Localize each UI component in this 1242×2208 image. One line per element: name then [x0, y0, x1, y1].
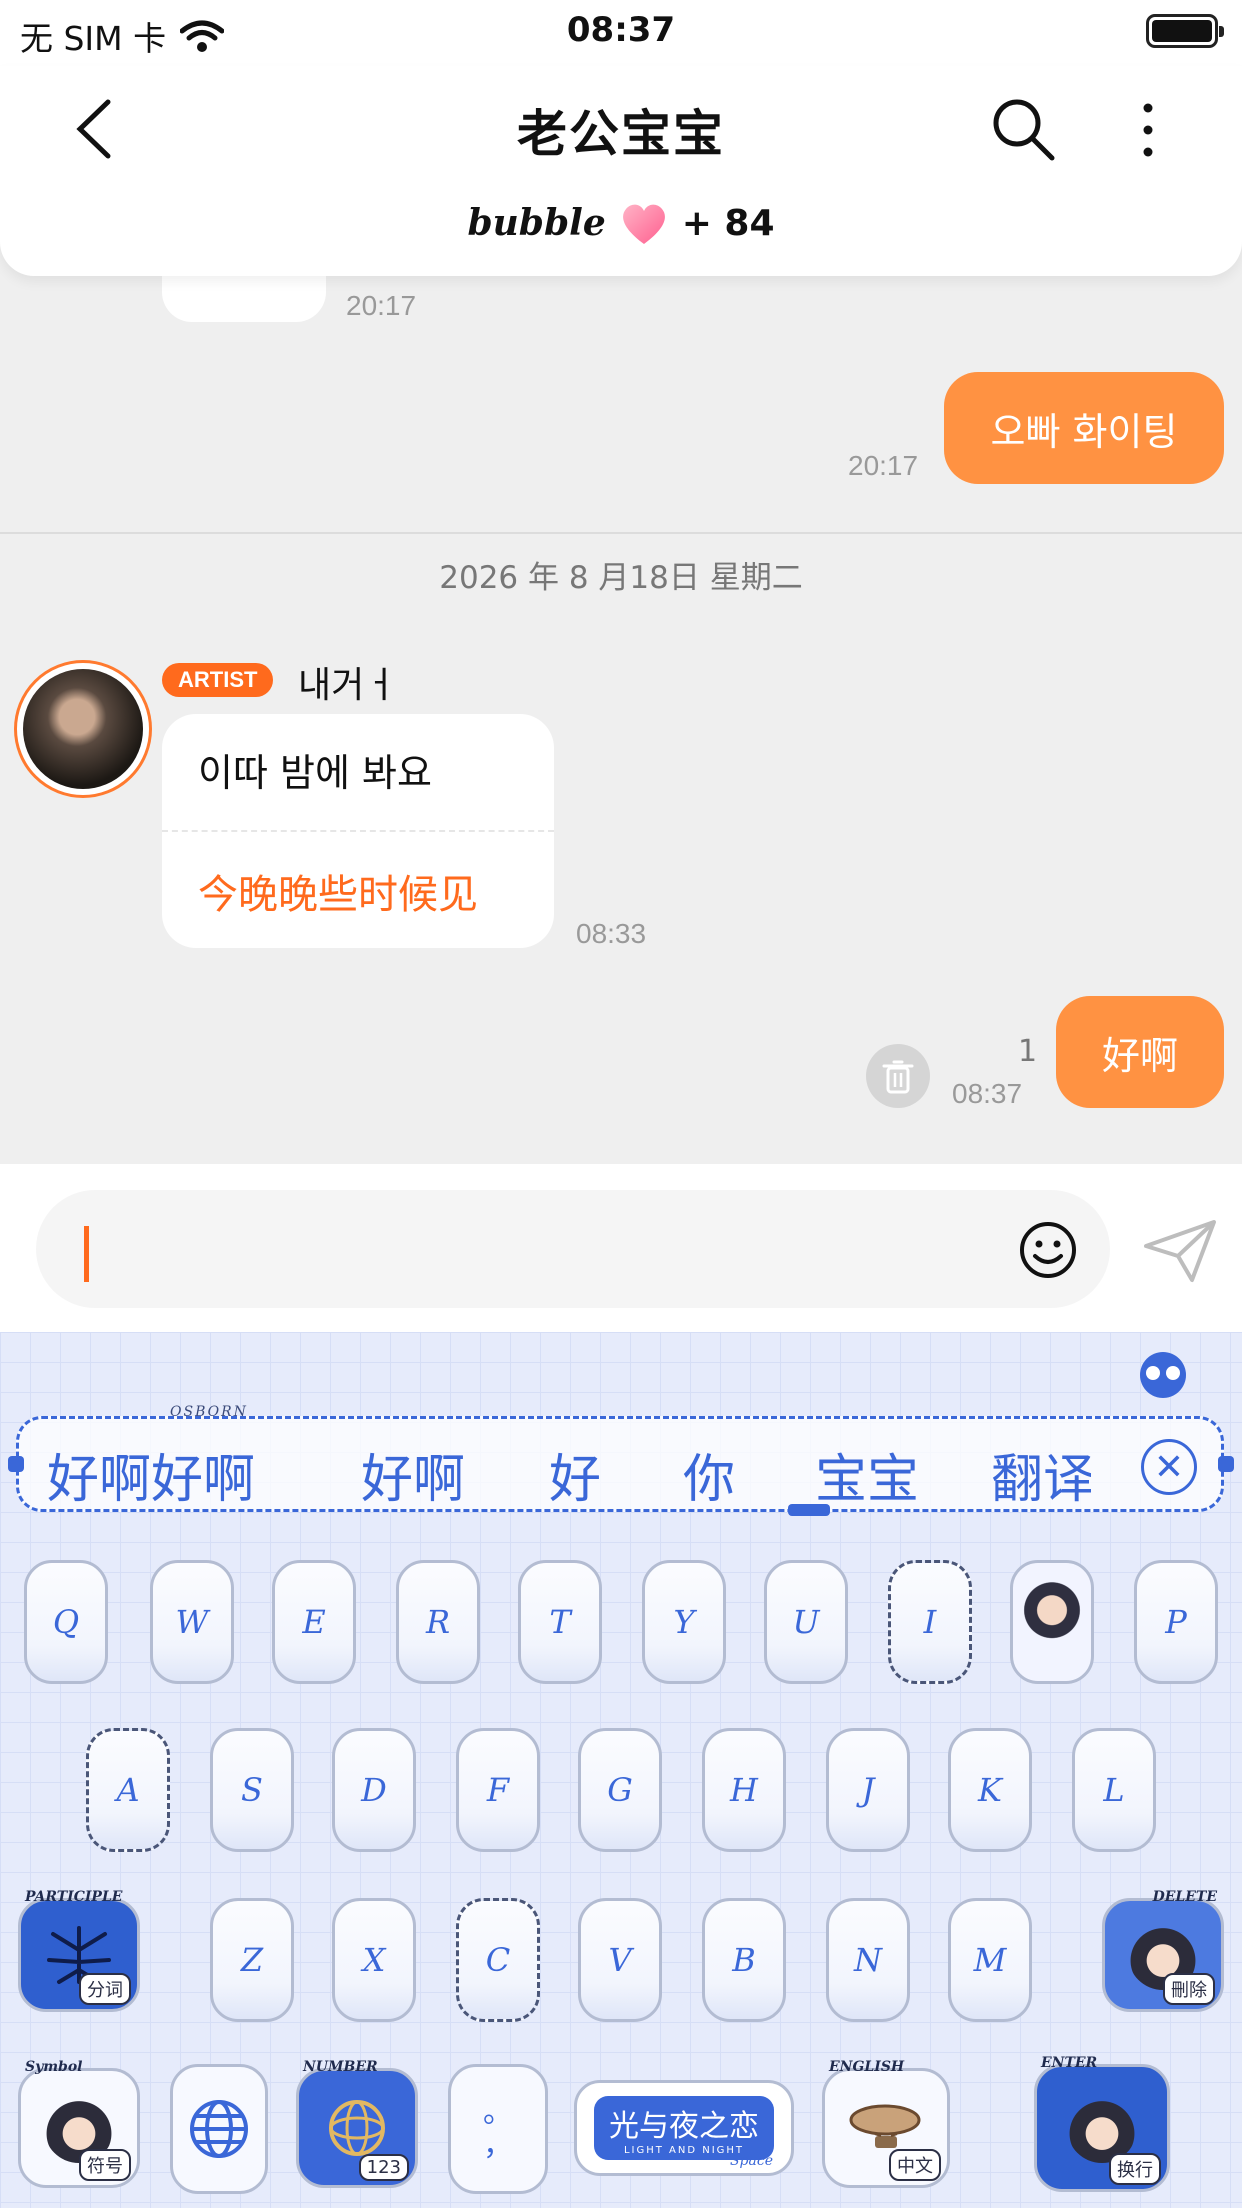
bubble-status[interactable]: bubble + 84 — [0, 200, 1242, 246]
text-caret — [84, 1226, 89, 1282]
key-k[interactable]: K — [948, 1728, 1032, 1852]
number-tag: NUMBER — [303, 2059, 378, 2075]
punctuation-key[interactable]: 。 ， — [448, 2064, 548, 2194]
artist-name: 내거ㅓ — [298, 665, 398, 706]
sent-message-bubble[interactable]: 好啊 — [1056, 996, 1224, 1108]
delete-tag: DELETE — [1152, 1889, 1217, 1905]
message-time: 20:17 — [848, 450, 919, 481]
delete-label: 刪除 — [1163, 1973, 1215, 2005]
symbol-label: 符号 — [79, 2149, 131, 2181]
space-key[interactable]: 光与夜之恋 LIGHT AND NIGHT Space — [574, 2080, 794, 2176]
search-icon[interactable] — [990, 96, 1056, 162]
key-w[interactable]: W — [150, 1560, 234, 1684]
more-options-icon[interactable] — [1128, 100, 1168, 160]
message-time: 08:33 — [576, 918, 647, 949]
message-input-area — [0, 1164, 1242, 1332]
number-key[interactable]: NUMBER 123 — [296, 2059, 418, 2188]
heart-icon — [622, 204, 665, 244]
number-label: 123 — [358, 2154, 409, 2181]
symbol-tag: Symbol — [25, 2059, 83, 2075]
message-time: 08:37 — [952, 1078, 1023, 1109]
globe-icon — [190, 2100, 248, 2158]
keyboard-mascot-icon[interactable] — [1140, 1352, 1186, 1398]
key-v[interactable]: V — [578, 1898, 662, 2022]
translation-text: 今晚晚些时候见 — [198, 872, 478, 918]
delete-key[interactable]: DELETE 刪除 — [1102, 1889, 1224, 2012]
artist-avatar[interactable] — [14, 660, 152, 798]
trash-icon[interactable] — [866, 1044, 930, 1108]
candidate-word[interactable]: 好啊好啊 — [47, 1437, 255, 1512]
chat-header: 老公宝宝 bubble + 84 — [0, 66, 1242, 276]
candidate-bar: 好啊好啊 好啊 好 你 宝宝 翻译 ✕ — [16, 1416, 1224, 1512]
date-divider: 2026 年 8 月18日 星期二 — [439, 560, 803, 596]
keyboard: OSBORN 好啊好啊 好啊 好 你 宝宝 翻译 ✕ Q W E R T Y U… — [0, 1332, 1242, 2208]
message-time: 20:17 — [346, 290, 417, 321]
selection-handle[interactable] — [8, 1456, 24, 1472]
key-c[interactable]: C — [456, 1898, 540, 2022]
send-icon[interactable] — [1142, 1218, 1218, 1284]
candidate-word[interactable]: 翻译 — [991, 1437, 1091, 1512]
key-o[interactable] — [1010, 1560, 1094, 1684]
artist-badge: ARTIST — [162, 663, 274, 697]
status-bar: 无 SIM 卡 08:37 — [0, 0, 1242, 66]
space-logo: 光与夜之恋 LIGHT AND NIGHT — [594, 2096, 774, 2160]
message-input[interactable] — [36, 1190, 1110, 1308]
key-t[interactable]: T — [518, 1560, 602, 1684]
english-label: 中文 — [889, 2149, 941, 2181]
enter-label: 换行 — [1109, 2153, 1161, 2185]
bubble-count: + 84 — [681, 202, 775, 244]
enter-tag: ENTER — [1041, 2055, 1098, 2071]
armillary-sphere-icon — [329, 2100, 385, 2156]
key-d[interactable]: D — [332, 1728, 416, 1852]
bubble-logo: bubble — [467, 202, 606, 244]
key-a[interactable]: A — [86, 1728, 170, 1852]
translation-divider — [162, 830, 554, 832]
key-n[interactable]: N — [826, 1898, 910, 2022]
enter-key[interactable]: ENTER 换行 — [1034, 2055, 1170, 2192]
english-tag: ENGLISH — [829, 2059, 905, 2075]
candidate-word[interactable]: 宝宝 — [815, 1437, 919, 1512]
close-candidates-icon[interactable]: ✕ — [1141, 1439, 1197, 1495]
selection-handle[interactable] — [1218, 1456, 1234, 1472]
battery-icon — [1146, 14, 1224, 48]
selection-handle[interactable] — [788, 1504, 830, 1516]
key-i[interactable]: I — [888, 1560, 972, 1684]
sent-message-bubble[interactable]: 오빠 화이팅 — [944, 372, 1224, 484]
candidate-word[interactable]: 好啊 — [361, 1437, 465, 1512]
received-message-text: 이따 밤에 봐요 — [198, 751, 432, 795]
key-r[interactable]: R — [396, 1560, 480, 1684]
unread-count: 1 — [1018, 1034, 1038, 1069]
key-s[interactable]: S — [210, 1728, 294, 1852]
emoji-icon[interactable] — [1018, 1220, 1078, 1280]
key-q[interactable]: Q — [24, 1560, 108, 1684]
participle-tag: PARTICIPLE — [25, 1889, 123, 1905]
received-message-bubble[interactable]: 이따 밤에 봐요 今晚晚些时候见 — [162, 714, 554, 948]
key-j[interactable]: J — [826, 1728, 910, 1852]
key-y[interactable]: Y — [642, 1560, 726, 1684]
space-word: Space — [729, 2153, 773, 2169]
key-l[interactable]: L — [1072, 1728, 1156, 1852]
key-x[interactable]: X — [332, 1898, 416, 2022]
key-b[interactable]: B — [702, 1898, 786, 2022]
participle-key[interactable]: PARTICIPLE 分词 — [18, 1889, 140, 2012]
key-h[interactable]: H — [702, 1728, 786, 1852]
key-u[interactable]: U — [764, 1560, 848, 1684]
candidate-word[interactable]: 好 — [549, 1437, 601, 1512]
key-p[interactable]: P — [1134, 1560, 1218, 1684]
globe-key[interactable] — [170, 2064, 268, 2194]
key-z[interactable]: Z — [210, 1898, 294, 2022]
space-title: 光与夜之恋 — [609, 2108, 759, 2144]
space-subtitle: LIGHT AND NIGHT — [623, 2144, 745, 2156]
candidate-word[interactable]: 你 — [683, 1437, 735, 1512]
key-m[interactable]: M — [948, 1898, 1032, 2022]
key-g[interactable]: G — [578, 1728, 662, 1852]
participle-label: 分词 — [79, 1973, 131, 2005]
divider — [0, 532, 1242, 534]
key-e[interactable]: E — [272, 1560, 356, 1684]
english-key[interactable]: ENGLISH 中文 — [822, 2059, 950, 2188]
symbol-key[interactable]: Symbol 符号 — [18, 2059, 140, 2188]
status-time: 08:37 — [566, 10, 676, 50]
key-f[interactable]: F — [456, 1728, 540, 1852]
